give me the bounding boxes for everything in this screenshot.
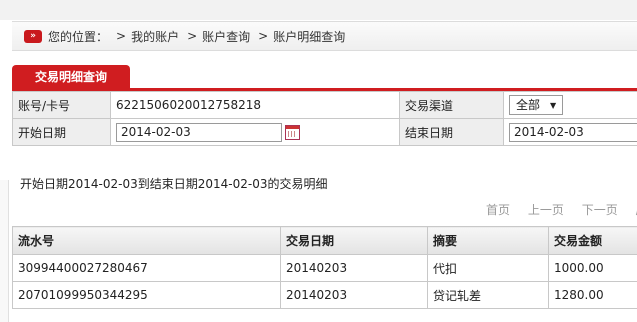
cell-serial: 20701099950344295 xyxy=(12,281,281,309)
column-header-date: 交易日期 xyxy=(280,226,428,255)
transactions-table: 流水号 交易日期 摘要 交易金额 30994400027280467 20140… xyxy=(12,226,637,309)
calendar-icon[interactable] xyxy=(285,124,300,140)
cell-amount: 1280.00 xyxy=(548,281,637,309)
breadcrumb-item-detail-query: 账户明细查询 xyxy=(273,29,346,44)
breadcrumb-separator-icon: > xyxy=(116,29,127,43)
column-header-serial: 流水号 xyxy=(12,226,281,255)
result-summary: 开始日期2014-02-03到结束日期2014-02-03的交易明细 xyxy=(20,177,328,191)
breadcrumb-item-my-account[interactable]: 我的账户 xyxy=(131,28,179,45)
start-date-label: 开始日期 xyxy=(12,118,111,146)
column-header-amount: 交易金额 xyxy=(548,226,637,255)
breadcrumb: » 您的位置： > 我的账户 > 账户查询 > 账户明细查询 xyxy=(12,21,637,51)
pager-first[interactable]: 首页 xyxy=(486,203,510,217)
left-edge-scrollbar xyxy=(0,180,9,322)
arrows-icon: » xyxy=(24,29,42,43)
cell-summary: 代扣 xyxy=(427,254,549,282)
account-value: 6221506020012758218 xyxy=(110,91,400,119)
location-label: 您的位置： xyxy=(48,29,109,44)
tab-transaction-detail[interactable]: 交易明细查询 xyxy=(12,65,130,88)
channel-cell: 全部 ▼ xyxy=(503,91,637,119)
cell-amount: 1000.00 xyxy=(548,254,637,282)
account-label: 账号/卡号 xyxy=(12,91,111,119)
cell-serial: 30994400027280467 xyxy=(12,254,281,282)
pager-prev[interactable]: 上一页 xyxy=(528,203,564,217)
pagination: 首页 上一页 下一页 尾页 xyxy=(486,201,637,218)
top-strip xyxy=(0,0,637,20)
table-header-row: 流水号 交易日期 摘要 交易金额 xyxy=(12,226,637,255)
breadcrumb-item-account-query[interactable]: 账户查询 xyxy=(202,28,250,45)
cell-date: 20140203 xyxy=(280,281,428,309)
table-row: 30994400027280467 20140203 代扣 1000.00 xyxy=(12,254,637,282)
chevron-down-icon: ▼ xyxy=(550,100,557,110)
start-date-input[interactable]: 2014-02-03 xyxy=(116,122,282,142)
pager-next[interactable]: 下一页 xyxy=(582,203,618,217)
table-row: 20701099950344295 20140203 贷记轧差 1280.00 xyxy=(12,281,637,309)
channel-label: 交易渠道 xyxy=(399,91,504,119)
breadcrumb-separator-icon: > xyxy=(258,29,269,43)
column-header-summary: 摘要 xyxy=(427,226,549,255)
breadcrumb-separator-icon: > xyxy=(187,29,198,43)
cell-date: 20140203 xyxy=(280,254,428,282)
cell-summary: 贷记轧差 xyxy=(427,281,549,309)
query-form: 账号/卡号 6221506020012758218 交易渠道 全部 ▼ 开始日期 … xyxy=(12,91,637,146)
start-date-cell: 2014-02-03 xyxy=(110,118,400,146)
end-date-label: 结束日期 xyxy=(399,118,504,146)
channel-select[interactable]: 全部 ▼ xyxy=(509,95,564,115)
channel-select-value: 全部 xyxy=(516,98,541,112)
end-date-cell: 2014-02-03 xyxy=(503,118,637,146)
end-date-input[interactable]: 2014-02-03 xyxy=(509,122,637,142)
